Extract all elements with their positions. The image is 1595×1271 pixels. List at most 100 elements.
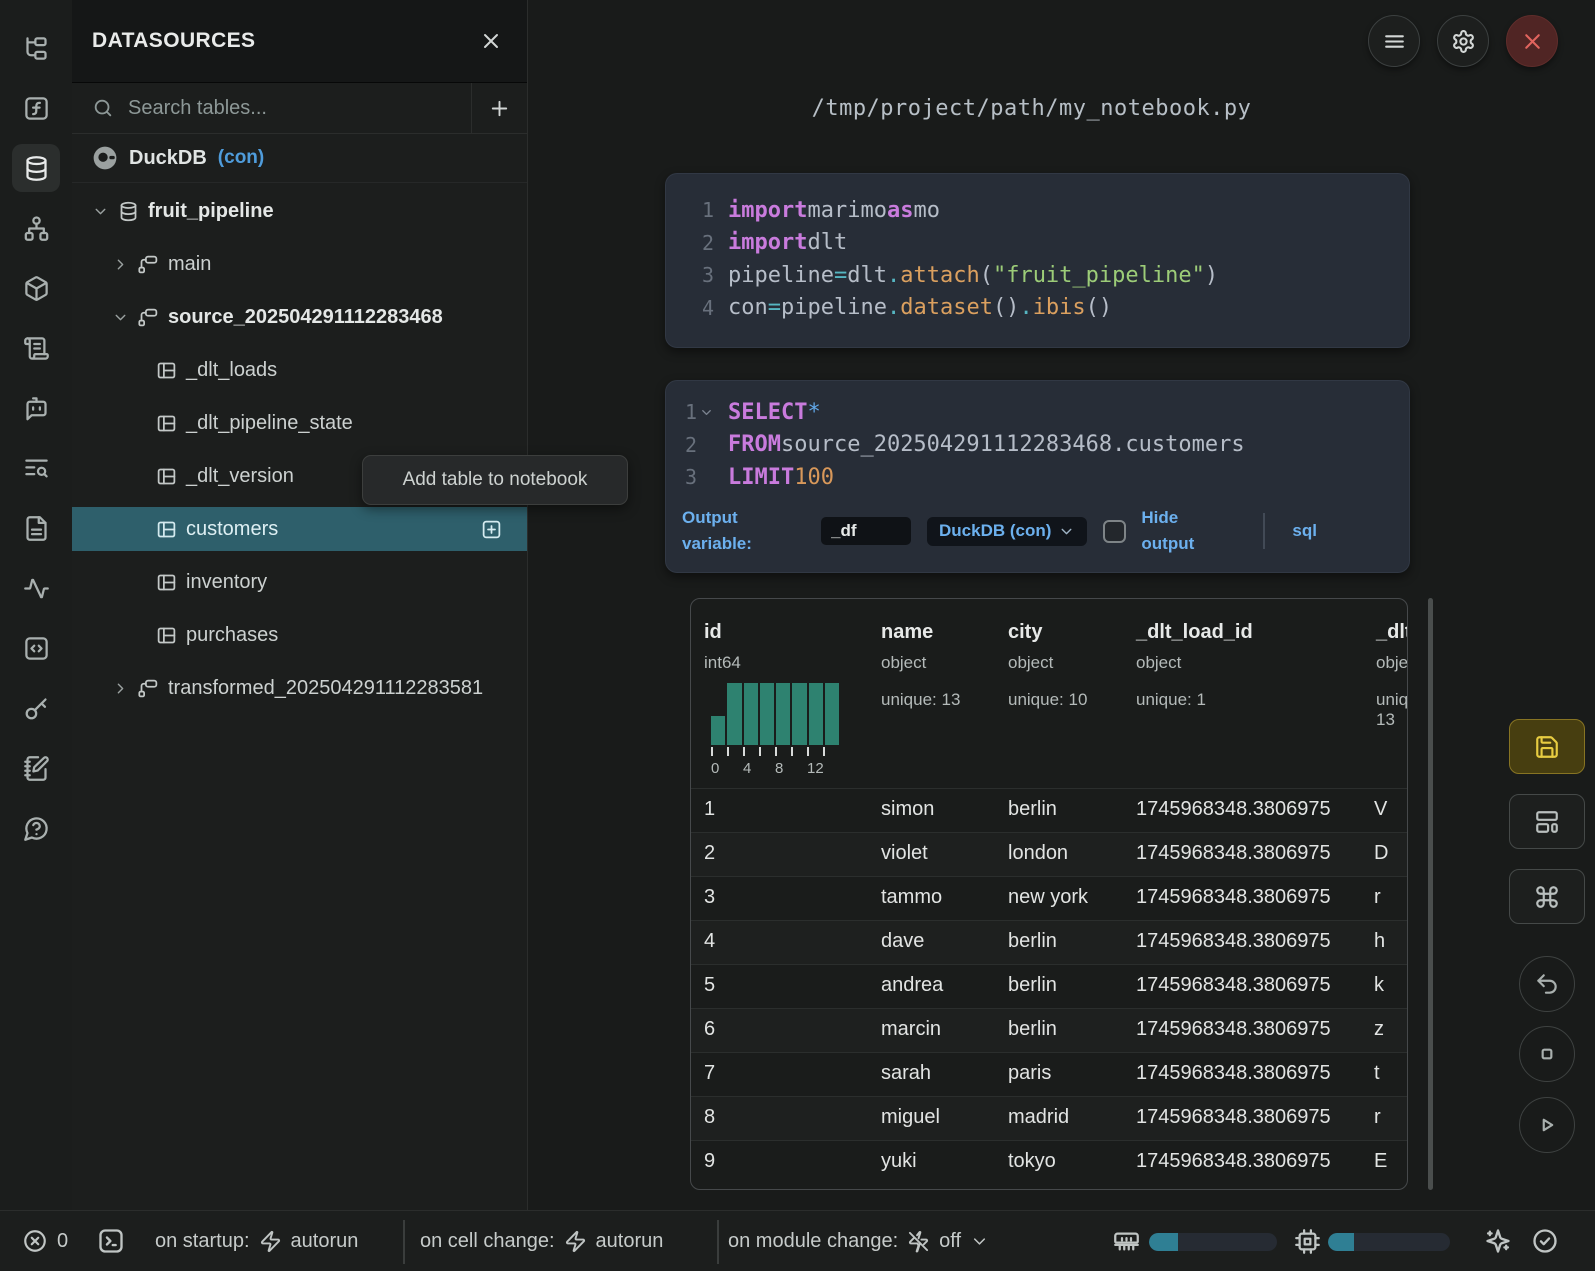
- file-text-icon: [23, 515, 50, 542]
- code-token: *: [807, 400, 820, 425]
- stop-button[interactable]: [1519, 1026, 1575, 1082]
- rail-item-database[interactable]: [12, 144, 60, 192]
- sql-cell[interactable]: 1SELECT *2FROM source_202504291112283468…: [665, 380, 1410, 573]
- tree-item-main[interactable]: main: [72, 242, 527, 286]
- column-header-name[interactable]: nameobjectunique: 13: [881, 621, 960, 710]
- rail-item-notebook-pen[interactable]: [12, 744, 60, 792]
- command-button[interactable]: [1509, 869, 1585, 924]
- search-input[interactable]: [128, 97, 457, 120]
- rail-item-key[interactable]: [12, 684, 60, 732]
- rail-item-file-text[interactable]: [12, 504, 60, 552]
- statusbar-on-module-change[interactable]: on module change:off: [728, 1211, 989, 1271]
- table-cell: 5: [704, 974, 715, 997]
- engine-select[interactable]: DuckDB (con): [927, 517, 1087, 546]
- datasources-title: DATASOURCES: [92, 29, 255, 53]
- duckdb-logo-icon: [92, 145, 118, 171]
- sql-editor[interactable]: 1SELECT *2FROM source_202504291112283468…: [666, 396, 1409, 494]
- table-cell: miguel: [881, 1106, 940, 1129]
- sparkles-icon: [1484, 1227, 1512, 1255]
- terminal-button[interactable]: [97, 1211, 125, 1271]
- play-button[interactable]: [1519, 1097, 1575, 1153]
- python-cell[interactable]: 1import marimo as mo2import dlt3pipeline…: [665, 173, 1410, 348]
- tree-item-_dlt_pipeline_state[interactable]: _dlt_pipeline_state: [72, 401, 527, 445]
- check-circle-button[interactable]: [1531, 1211, 1559, 1271]
- rail-item-help-circle[interactable]: [12, 804, 60, 852]
- engine-select-value: DuckDB (con): [939, 521, 1051, 541]
- tree-item-source_202504291112283468[interactable]: source_202504291112283468: [72, 295, 527, 339]
- save-button[interactable]: [1509, 719, 1585, 774]
- add-table-button[interactable]: [481, 519, 502, 540]
- memory-icon: [1113, 1228, 1140, 1255]
- tree-item-transformed_202504291112283581[interactable]: transformed_202504291112283581: [72, 666, 527, 710]
- settings-button[interactable]: [1437, 15, 1489, 67]
- table-row[interactable]: 9yukitokyo1745968348.3806975E: [691, 1140, 1407, 1184]
- rail-item-code-block[interactable]: [12, 624, 60, 672]
- code-line: 2FROM source_202504291112283468.customer…: [666, 429, 1409, 462]
- tree-item-inventory[interactable]: inventory: [72, 560, 527, 604]
- rail-item-scroll-text[interactable]: [12, 324, 60, 372]
- rail-item-activity[interactable]: [12, 564, 60, 612]
- code-block-icon: [23, 635, 50, 662]
- rail-item-bot[interactable]: [12, 384, 60, 432]
- close-panel-icon[interactable]: [479, 29, 503, 53]
- tree-item-_dlt_loads[interactable]: _dlt_loads: [72, 348, 527, 392]
- table-cell: 1745968348.3806975: [1136, 886, 1331, 909]
- column-unique-count: unique: 13: [881, 690, 960, 710]
- column-header-id[interactable]: idint64: [704, 621, 741, 673]
- table-row[interactable]: 1simonberlin1745968348.3806975V: [691, 788, 1407, 832]
- statusbar-on-startup[interactable]: on startup:autorun: [155, 1211, 358, 1271]
- output-bar-divider: [1263, 513, 1265, 549]
- column-header-city[interactable]: cityobjectunique: 10: [1008, 621, 1087, 710]
- table-row[interactable]: 8miguelmadrid1745968348.3806975r: [691, 1096, 1407, 1140]
- chevron-down-icon: [970, 1232, 989, 1251]
- menu-button[interactable]: [1368, 15, 1420, 67]
- close-button[interactable]: [1506, 15, 1558, 67]
- rail-item-log-search[interactable]: [12, 444, 60, 492]
- connection-row[interactable]: DuckDB (con): [72, 134, 527, 183]
- column-header-_dlt_id[interactable]: _dlt_idobjectunique: 13: [1376, 621, 1408, 730]
- layout-button[interactable]: [1509, 794, 1585, 849]
- datasource-tree: fruit_pipelinemain source_202504291112283…: [72, 183, 527, 710]
- language-badge: sql: [1292, 521, 1317, 541]
- statusbar-on-cell-change[interactable]: on cell change:autorun: [420, 1211, 663, 1271]
- table-cell: 1745968348.3806975: [1136, 842, 1331, 865]
- output-variable-input[interactable]: [821, 517, 911, 545]
- add-datasource-button[interactable]: [472, 83, 527, 133]
- table-row[interactable]: 2violetlondon1745968348.3806975D: [691, 832, 1407, 876]
- tree-item-customers[interactable]: customers: [72, 507, 527, 551]
- table-cell: simon: [881, 798, 934, 821]
- table-row[interactable]: 6marcinberlin1745968348.3806975z: [691, 1008, 1407, 1052]
- rail-item-package[interactable]: [12, 264, 60, 312]
- rail-item-function-square[interactable]: [12, 84, 60, 132]
- table-row[interactable]: 5andreaberlin1745968348.3806975k: [691, 964, 1407, 1008]
- statusbar-divider: [717, 1220, 719, 1264]
- column-name: city: [1008, 621, 1087, 644]
- tree-item-fruit_pipeline[interactable]: fruit_pipeline: [72, 189, 527, 233]
- hide-output-checkbox[interactable]: [1103, 520, 1126, 543]
- table-cell: berlin: [1008, 930, 1057, 953]
- search-icon: [92, 97, 114, 119]
- output-scrollbar[interactable]: [1428, 598, 1433, 1190]
- code-token: import: [728, 198, 807, 223]
- error-counter[interactable]: 0: [22, 1211, 68, 1271]
- activity-rail: [0, 0, 72, 1210]
- histogram-bar: [727, 683, 741, 745]
- sparkles-button[interactable]: [1484, 1211, 1512, 1271]
- zap-icon: [259, 1230, 282, 1253]
- rail-item-network[interactable]: [12, 204, 60, 252]
- code-line: 2import dlt: [666, 227, 1409, 260]
- chevron-right-icon: [112, 256, 129, 273]
- rail-item-file-tree[interactable]: [12, 24, 60, 72]
- tree-item-purchases[interactable]: purchases: [72, 613, 527, 657]
- undo-button[interactable]: [1519, 956, 1575, 1012]
- log-search-icon: [23, 455, 50, 482]
- table-cell: h: [1374, 930, 1385, 953]
- column-header-_dlt_load_id[interactable]: _dlt_load_idobjectunique: 1: [1136, 621, 1253, 710]
- table-row[interactable]: 4daveberlin1745968348.3806975h: [691, 920, 1407, 964]
- table-row[interactable]: 7sarahparis1745968348.3806975t: [691, 1052, 1407, 1096]
- table-cell: r: [1374, 886, 1381, 909]
- table-cell: 3: [704, 886, 715, 909]
- table-row[interactable]: 3tammonew york1745968348.3806975r: [691, 876, 1407, 920]
- table-cell: 8: [704, 1106, 715, 1129]
- cpu-indicator: [1294, 1211, 1321, 1271]
